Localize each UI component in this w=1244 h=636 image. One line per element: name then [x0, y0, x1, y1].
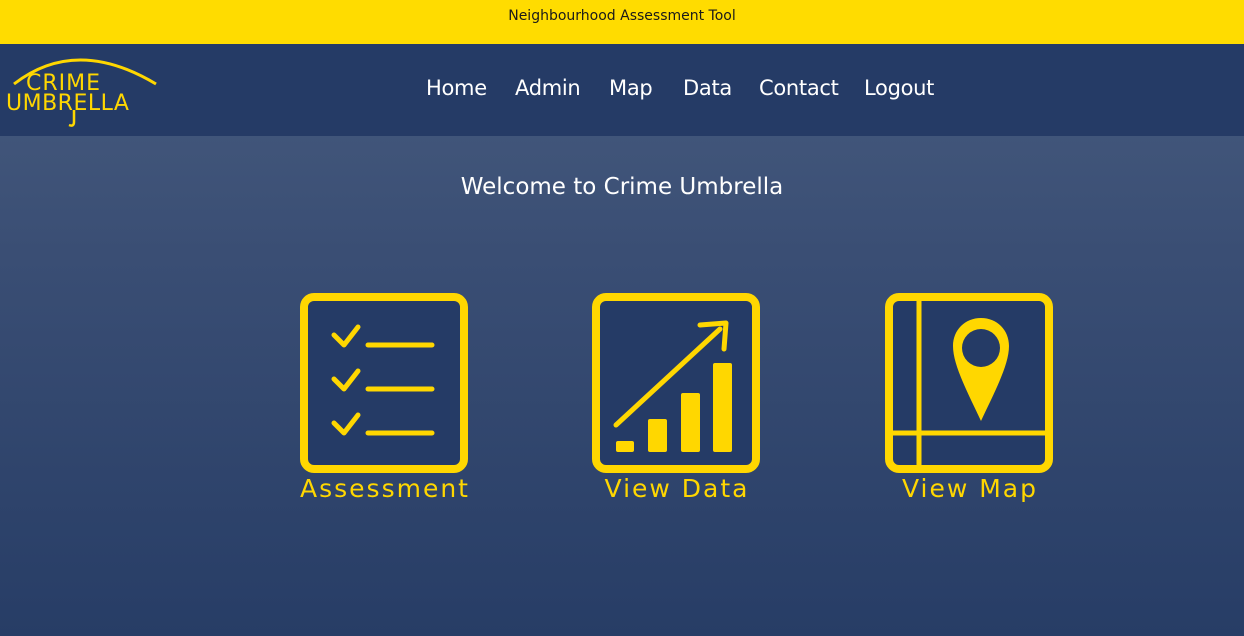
main-nav: Home Admin Map Data Contact Logout	[0, 44, 1244, 136]
nav-data[interactable]: Data	[683, 76, 732, 100]
nav-map[interactable]: Map	[609, 76, 653, 100]
navbar: CRIME UMBRELLA Home Admin Map Data Conta…	[0, 44, 1244, 136]
assessment-tile[interactable]: Assessment	[300, 293, 470, 509]
view-data-label: View Data	[604, 474, 750, 503]
nav-home[interactable]: Home	[426, 76, 487, 100]
checklist-icon	[300, 293, 470, 475]
nav-logout[interactable]: Logout	[864, 76, 934, 100]
nav-admin[interactable]: Admin	[515, 76, 581, 100]
view-map-tile[interactable]: View Map	[885, 293, 1055, 509]
top-banner: Neighbourhood Assessment Tool	[0, 0, 1244, 44]
assessment-label: Assessment	[300, 474, 470, 503]
view-map-label: View Map	[901, 474, 1039, 503]
map-pin-icon	[885, 293, 1055, 475]
view-data-tile[interactable]: View Data	[592, 293, 762, 509]
nav-contact[interactable]: Contact	[759, 76, 839, 100]
banner-tagline: Neighbourhood Assessment Tool	[508, 8, 736, 24]
welcome-heading: Welcome to Crime Umbrella	[460, 174, 784, 200]
growth-chart-icon	[592, 293, 762, 475]
